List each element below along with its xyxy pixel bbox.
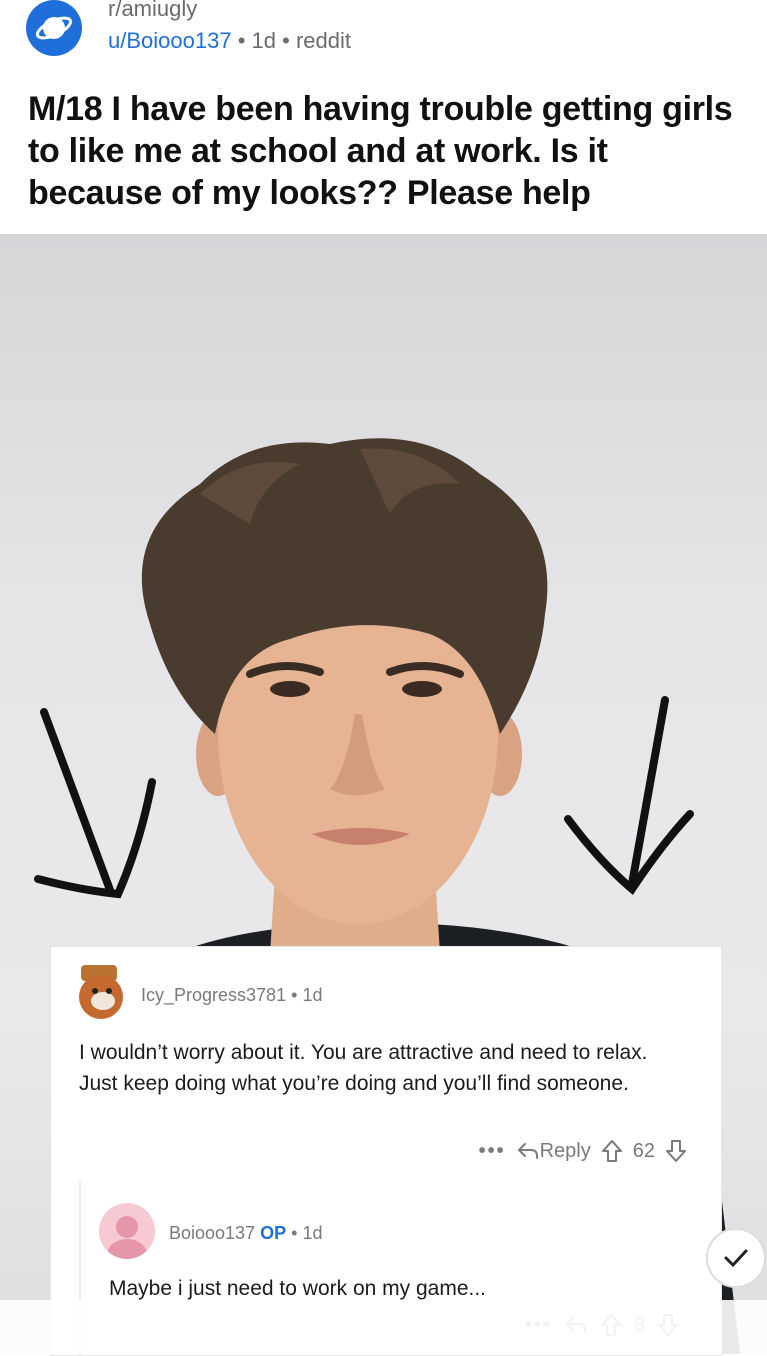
reply-label: Reply bbox=[539, 1139, 591, 1162]
checkmark-icon[interactable] bbox=[706, 1228, 766, 1288]
meta-separator: • bbox=[282, 28, 290, 53]
upvote-icon[interactable] bbox=[601, 1139, 623, 1163]
subreddit-planet-icon[interactable] bbox=[26, 0, 82, 56]
reply-author[interactable]: Boiooo137 bbox=[169, 1223, 255, 1243]
downvote-icon[interactable] bbox=[665, 1139, 687, 1163]
meta-separator: • bbox=[237, 28, 246, 53]
comment-card: Icy_Progress3781 • 1d I wouldn’t worry a… bbox=[50, 946, 722, 1356]
bottom-bar bbox=[0, 1300, 767, 1354]
reply-avatar[interactable] bbox=[99, 1203, 155, 1259]
vote-count: 62 bbox=[632, 1139, 655, 1162]
subreddit-name[interactable]: r/amiugly bbox=[108, 0, 197, 22]
reply-icon bbox=[517, 1143, 538, 1159]
reply-meta: Boiooo137 OP • 1d bbox=[169, 1223, 323, 1244]
meta-separator: • bbox=[291, 1223, 298, 1243]
comment-body: I wouldn’t worry about it. You are attra… bbox=[79, 1041, 648, 1095]
commenter-avatar[interactable] bbox=[73, 961, 129, 1023]
op-badge: OP bbox=[260, 1223, 287, 1243]
comment-meta: Icy_Progress3781 • 1d bbox=[141, 985, 322, 1006]
reply-age: 1d bbox=[302, 1223, 323, 1243]
comment-age: 1d bbox=[302, 985, 323, 1005]
post-author[interactable]: u/Boiooo137 bbox=[108, 28, 232, 53]
meta-separator: • bbox=[291, 985, 298, 1005]
post-header: r/amiugly u/Boiooo137 • 1d • reddit M/18… bbox=[0, 0, 767, 232]
post-title[interactable]: M/18 I have been having trouble getting … bbox=[28, 88, 748, 214]
post-meta: u/Boiooo137 • 1d • reddit bbox=[108, 28, 351, 54]
reply-button[interactable]: Reply bbox=[516, 1140, 591, 1163]
comment-author[interactable]: Icy_Progress3781 bbox=[141, 985, 286, 1005]
post-source: reddit bbox=[295, 28, 351, 53]
reply-body: Maybe i just need to work on my game... bbox=[109, 1277, 487, 1300]
comment-actions: ••• Reply 62 bbox=[479, 1139, 687, 1163]
more-options-button[interactable]: ••• bbox=[479, 1140, 506, 1163]
post-age: 1d bbox=[251, 28, 276, 53]
